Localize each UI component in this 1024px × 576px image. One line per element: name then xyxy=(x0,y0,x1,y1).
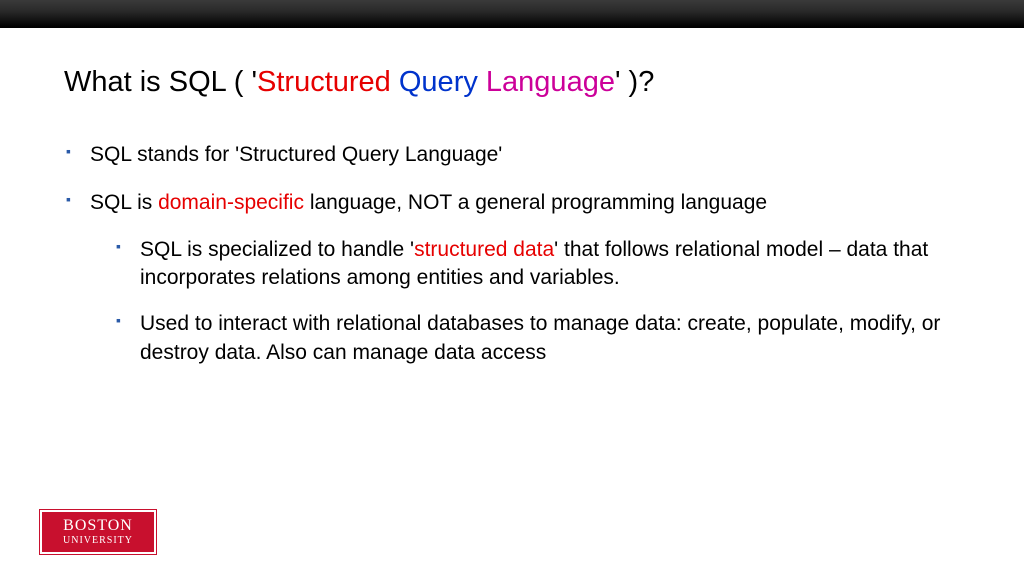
boston-university-logo: BOSTON UNIVERSITY xyxy=(40,510,156,554)
bullet-1: SQL stands for 'Structured Query Languag… xyxy=(64,141,960,169)
slide-body: What is SQL ( 'Structured Query Language… xyxy=(0,28,1024,367)
bullet-1-text: SQL stands for 'Structured Query Languag… xyxy=(90,143,502,166)
bullet-2-post: language, NOT a general programming lang… xyxy=(304,191,767,214)
top-bar xyxy=(0,0,1024,28)
bullet-list: SQL stands for 'Structured Query Languag… xyxy=(64,141,960,367)
title-suffix: )? xyxy=(621,66,655,98)
sub-bullet-1: SQL is specialized to handle 'structured… xyxy=(114,236,960,293)
title-word-query: Query xyxy=(399,66,478,98)
bullet-2-pre: SQL is xyxy=(90,191,158,214)
sub-bullet-list: SQL is specialized to handle 'structured… xyxy=(90,236,960,367)
title-prefix: What is SQL ( xyxy=(64,66,251,98)
logo-line-2: UNIVERSITY xyxy=(63,536,133,546)
sub-bullet-2: Used to interact with relational databas… xyxy=(114,310,960,367)
title-word-language: Language xyxy=(486,66,615,98)
slide-title: What is SQL ( 'Structured Query Language… xyxy=(64,66,960,99)
bullet-2: SQL is domain-specific language, NOT a g… xyxy=(64,189,960,367)
sub-bullet-2-text: Used to interact with relational databas… xyxy=(140,312,940,363)
logo-line-1: BOSTON xyxy=(63,518,133,534)
title-word-structured: Structured xyxy=(257,66,391,98)
bullet-2-highlight: domain-specific xyxy=(158,191,304,214)
sub-bullet-1-pre: SQL is specialized to handle ' xyxy=(140,238,414,261)
sub-bullet-1-highlight: structured data xyxy=(414,238,554,261)
